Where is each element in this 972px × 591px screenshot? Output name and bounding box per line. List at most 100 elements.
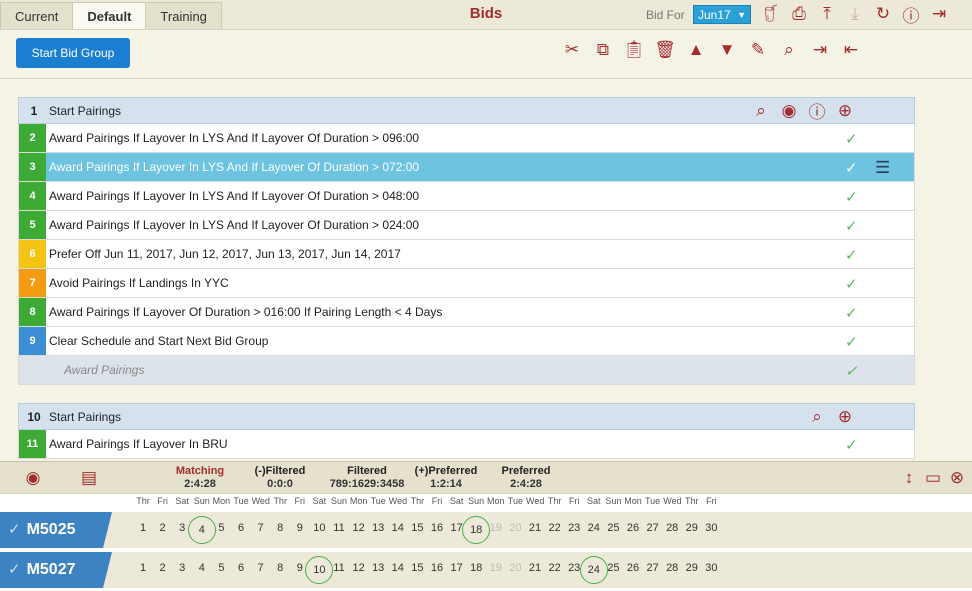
move-up-icon[interactable]: ▲ xyxy=(684,38,708,62)
day-cell[interactable]: 28 xyxy=(663,522,681,534)
day-cell[interactable]: 13 xyxy=(369,522,387,534)
bid-line-row[interactable]: 11 Award Pairings If Layover In BRU ✓ xyxy=(18,430,915,459)
info-icon[interactable]: ⓘ xyxy=(806,100,828,122)
day-cell[interactable]: 21 xyxy=(526,562,544,574)
day-cell[interactable]: 6 xyxy=(232,522,250,534)
logout-icon[interactable]: ⇥ xyxy=(928,3,950,25)
group-header[interactable]: 1 Start Pairings ⌕ ◉ ⓘ ⊕ xyxy=(18,97,915,124)
document-icon[interactable]: ▤ xyxy=(78,467,100,489)
day-cell[interactable]: 20 xyxy=(506,562,524,574)
day-cell[interactable]: 2 xyxy=(154,562,172,574)
day-cell[interactable]: 26 xyxy=(624,562,642,574)
edit-icon[interactable]: ✎ xyxy=(746,38,770,62)
group-footer-row[interactable]: Award Pairings ✓ xyxy=(18,356,915,385)
search-icon[interactable]: ⌕ xyxy=(750,100,772,122)
day-cell[interactable]: 21 xyxy=(526,522,544,534)
day-cell[interactable]: 30 xyxy=(702,562,720,574)
bid-line-row[interactable]: 7 Avoid Pairings If Landings In YYC ✓ xyxy=(18,269,915,298)
eye-icon[interactable]: ◉ xyxy=(778,100,800,122)
day-cell[interactable]: 6 xyxy=(232,562,250,574)
day-cell[interactable]: 9 xyxy=(291,522,309,534)
day-cell[interactable]: 29 xyxy=(683,562,701,574)
tab-current[interactable]: Current xyxy=(0,2,74,29)
start-bid-group-button[interactable]: Start Bid Group xyxy=(16,38,130,68)
day-cell[interactable]: 26 xyxy=(624,522,642,534)
close-icon[interactable]: ⊗ xyxy=(946,467,968,489)
tab-default[interactable]: Default xyxy=(72,2,147,29)
day-cell[interactable]: 27 xyxy=(644,562,662,574)
group-header[interactable]: 10 Start Pairings ⌕ ⊕ xyxy=(18,403,915,430)
day-cell[interactable]: 20 xyxy=(506,522,524,534)
bid-line-row[interactable]: 6 Prefer Off Jun 11, 2017, Jun 12, 2017, … xyxy=(18,240,915,269)
day-cell[interactable]: 12 xyxy=(350,522,368,534)
day-cell[interactable]: 7 xyxy=(252,522,270,534)
day-cell[interactable]: 22 xyxy=(546,522,564,534)
calendar-icon[interactable]: ▭ xyxy=(922,467,944,489)
day-cell[interactable]: 1 xyxy=(134,522,152,534)
day-cell[interactable]: 4 xyxy=(193,562,211,574)
search-icon[interactable]: ⌕ xyxy=(806,406,828,428)
day-cell[interactable]: 17 xyxy=(448,562,466,574)
add-icon[interactable]: ⊕ xyxy=(834,100,856,122)
cup-icon[interactable]: 🥤︎ xyxy=(760,3,782,25)
day-cell[interactable]: 5 xyxy=(212,522,230,534)
day-cell[interactable]: 14 xyxy=(389,562,407,574)
upload-icon[interactable]: ⤒ xyxy=(816,3,838,25)
pairing-tag[interactable]: ✓ M5025 xyxy=(0,512,112,548)
day-cell[interactable]: 8 xyxy=(271,522,289,534)
day-cell[interactable]: 25 xyxy=(604,562,622,574)
resize-icon[interactable]: ↕ xyxy=(898,467,920,489)
day-cell[interactable]: 23 xyxy=(565,522,583,534)
outdent-icon[interactable]: ⇤ xyxy=(839,38,863,62)
bid-for-select[interactable]: Jun17 ▼ xyxy=(693,5,751,24)
day-cell[interactable]: 12 xyxy=(350,562,368,574)
day-cell[interactable]: 18 xyxy=(467,562,485,574)
bid-line-row[interactable]: 9 Clear Schedule and Start Next Bid Group… xyxy=(18,327,915,356)
refresh-icon[interactable]: ↻ xyxy=(872,3,894,25)
bid-line-row[interactable]: 4 Award Pairings If Layover In LYS And If… xyxy=(18,182,915,211)
day-cell[interactable]: 7 xyxy=(252,562,270,574)
day-cell[interactable]: 5 xyxy=(212,562,230,574)
day-cell[interactable]: 1 xyxy=(134,562,152,574)
paste-icon[interactable]: 📋︎ xyxy=(622,38,646,62)
add-icon[interactable]: ⊕ xyxy=(834,406,856,428)
tab-training[interactable]: Training xyxy=(145,2,222,29)
bid-line-row[interactable]: 5 Award Pairings If Layover In LYS And If… xyxy=(18,211,915,240)
day-cell[interactable]: 11 xyxy=(330,562,348,574)
day-cell[interactable]: 3 xyxy=(173,562,191,574)
day-cell[interactable]: 16 xyxy=(428,562,446,574)
indent-icon[interactable]: ⇥ xyxy=(808,38,832,62)
download-icon[interactable]: ⤓ xyxy=(844,3,866,25)
day-cell[interactable]: 22 xyxy=(546,562,564,574)
day-cell[interactable]: 24 xyxy=(585,522,603,534)
day-cell[interactable]: 13 xyxy=(369,562,387,574)
day-cell[interactable]: 27 xyxy=(644,522,662,534)
pairing-tag[interactable]: ✓ M5027 xyxy=(0,552,112,588)
menu-icon[interactable]: ☰ xyxy=(875,158,890,178)
day-cell[interactable]: 14 xyxy=(389,522,407,534)
day-cell[interactable]: 15 xyxy=(408,522,426,534)
bid-line-row[interactable]: 3 Award Pairings If Layover In LYS And If… xyxy=(18,153,915,182)
copy-icon[interactable]: ⧉ xyxy=(591,38,615,62)
day-cell[interactable]: 2 xyxy=(154,522,172,534)
day-cell[interactable]: 16 xyxy=(428,522,446,534)
eye-icon[interactable]: ◉ xyxy=(22,467,44,489)
day-cell[interactable]: 29 xyxy=(683,522,701,534)
day-cell[interactable]: 10 xyxy=(310,522,328,534)
day-cell[interactable]: 19 xyxy=(487,562,505,574)
day-cell[interactable]: 11 xyxy=(330,522,348,534)
day-cell[interactable]: 25 xyxy=(604,522,622,534)
bid-line-row[interactable]: 2 Award Pairings If Layover In LYS And If… xyxy=(18,124,915,153)
day-cell[interactable]: 30 xyxy=(702,522,720,534)
delete-icon[interactable]: 🗑︎ xyxy=(653,38,677,62)
print-icon[interactable]: ⎙ xyxy=(788,3,810,25)
day-cell[interactable]: 19 xyxy=(487,522,505,534)
bid-line-row[interactable]: 8 Award Pairings If Layover Of Duration >… xyxy=(18,298,915,327)
day-cell[interactable]: 28 xyxy=(663,562,681,574)
search-icon[interactable]: ⌕ xyxy=(777,38,801,62)
day-cell[interactable]: 8 xyxy=(271,562,289,574)
help-icon[interactable]: ⓘ xyxy=(900,3,922,26)
move-down-icon[interactable]: ▼ xyxy=(715,38,739,62)
day-cell[interactable]: 15 xyxy=(408,562,426,574)
cut-icon[interactable]: ✂ xyxy=(560,38,584,62)
